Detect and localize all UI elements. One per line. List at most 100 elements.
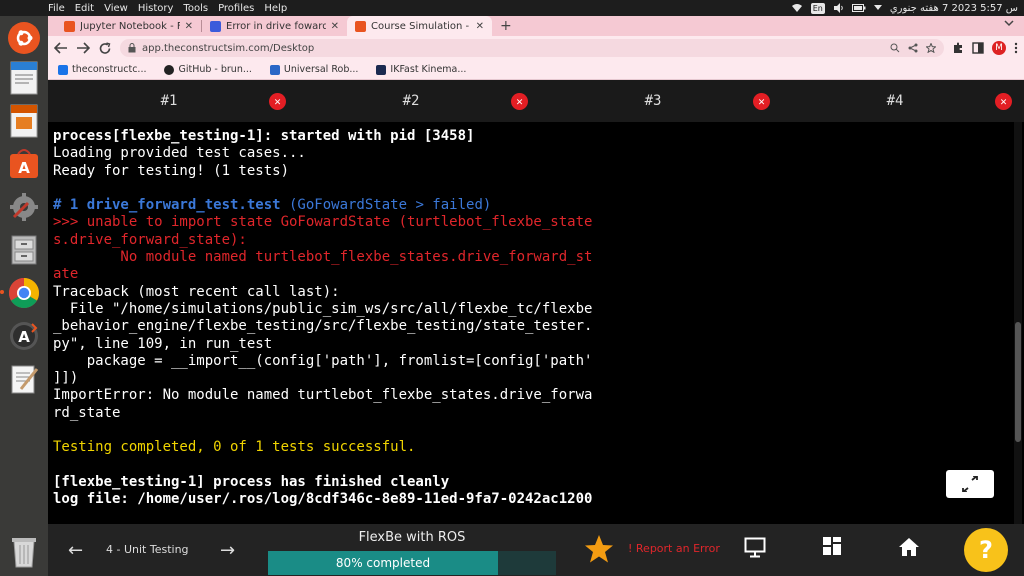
file-cabinet-icon[interactable] [5, 231, 43, 269]
terminal-tab-2[interactable]: #2 ✕ [290, 80, 532, 122]
new-tab-button[interactable]: + [500, 18, 512, 34]
chrome-icon[interactable] [0, 274, 43, 312]
browser-tab-jupyter[interactable]: Jupyter Notebook - FlexB ✕ [56, 16, 201, 36]
share-icon[interactable] [908, 43, 918, 53]
home-icon[interactable] [898, 536, 920, 558]
bookmark-ikfast[interactable]: IKFast Kinema... [376, 64, 466, 75]
active-app-indicator [0, 290, 4, 294]
volume-icon[interactable] [833, 3, 844, 13]
keyboard-layout-indicator[interactable]: En [810, 2, 825, 14]
next-unit-arrow-icon[interactable]: → [220, 540, 235, 561]
side-panel-icon[interactable] [972, 42, 984, 54]
writer-icon[interactable] [5, 59, 43, 97]
terminal-line: _behavior_engine/flexbe_testing/src/flex… [53, 318, 593, 335]
terminal-line: [flexbe_testing-1] process has finished … [53, 473, 450, 490]
close-terminal-icon[interactable]: ✕ [753, 93, 770, 110]
terminal-tab-3[interactable]: #3 ✕ [532, 80, 774, 122]
forward-arrow-icon[interactable] [76, 42, 90, 54]
menu-view[interactable]: View [104, 3, 128, 14]
ubuntu-logo-icon[interactable] [8, 22, 40, 54]
desktop: File Edit View History Tools Profiles He… [0, 0, 1024, 576]
terminal-line: log file: /home/user/.ros/log/8cdf346c-8… [53, 491, 593, 508]
bookmark-theconstruct[interactable]: theconstructc... [58, 64, 146, 75]
tab-title: Course Simulation - FlexB [371, 20, 471, 32]
toolbar-extensions: M [952, 41, 1018, 55]
terminal-line: File "/home/simulations/public_sim_ws/sr… [53, 300, 593, 317]
bookmarks-bar: theconstructc... GitHub - brun... Univer… [48, 60, 1024, 80]
back-arrow-icon[interactable] [54, 42, 68, 54]
scrollbar-thumb[interactable] [1015, 322, 1021, 442]
terminal-scrollbar[interactable] [1014, 122, 1022, 524]
tab-close-icon[interactable]: ✕ [331, 21, 339, 32]
test-status: (GoFowardState > failed) [280, 197, 492, 214]
terminal-error-line: ate [53, 266, 79, 283]
terminal-tab-4[interactable]: #4 ✕ [774, 80, 1016, 122]
browser-tab-course-simulation[interactable]: Course Simulation - FlexB ✕ [347, 16, 492, 36]
menu-tools[interactable]: Tools [183, 3, 208, 14]
bookmark-label: Universal Rob... [283, 64, 359, 75]
github-icon [164, 64, 175, 75]
launcher-dock: A A [0, 16, 48, 576]
wifi-icon[interactable] [791, 3, 803, 13]
text-editor-icon[interactable] [5, 360, 43, 398]
trash-icon[interactable] [5, 532, 43, 570]
menu-edit[interactable]: Edit [75, 3, 94, 14]
terminal-line: ]]) [53, 370, 79, 387]
impress-icon[interactable] [5, 102, 43, 140]
bookmark-universal-robots[interactable]: Universal Rob... [269, 64, 359, 75]
current-unit-label[interactable]: 4 - Unit Testing [106, 543, 189, 556]
url-text[interactable]: app.theconstructsim.com/Desktop [142, 43, 884, 54]
terminal-line: rd_state [53, 404, 121, 421]
lock-icon[interactable] [128, 43, 136, 53]
url-omnibox[interactable]: app.theconstructsim.com/Desktop [120, 39, 944, 57]
terminal-output[interactable]: process[flexbe_testing-1]: started with … [48, 122, 1024, 524]
svg-text:A: A [18, 328, 30, 346]
power-menu-icon[interactable] [873, 5, 882, 11]
terminal-tab-label: #1 [160, 93, 178, 109]
bookmark-star-icon[interactable] [926, 43, 936, 53]
extensions-puzzle-icon[interactable] [952, 42, 964, 54]
reload-icon[interactable] [98, 41, 112, 55]
browser-menu-icon[interactable] [1014, 42, 1018, 54]
menu-history[interactable]: History [138, 3, 174, 14]
terminal-line: Loading provided test cases... [53, 145, 306, 162]
clock[interactable]: س 5:57 2023 7 هفته جنوري [890, 3, 1018, 14]
menu-profiles[interactable]: Profiles [218, 3, 254, 14]
bookmark-favicon-icon [58, 64, 68, 75]
report-error-button[interactable]: ! Report an Error [628, 542, 720, 555]
rate-star-icon[interactable] [584, 534, 614, 564]
monitor-icon[interactable] [744, 536, 766, 558]
settings-icon[interactable] [5, 188, 43, 226]
close-terminal-icon[interactable]: ✕ [511, 93, 528, 110]
close-terminal-icon[interactable]: ✕ [269, 93, 286, 110]
course-page: #1 ✕ #2 ✕ #3 ✕ #4 ✕ process[flexbe_testi… [48, 80, 1024, 576]
software-center-icon[interactable]: A [5, 145, 43, 183]
close-terminal-icon[interactable]: ✕ [995, 93, 1012, 110]
tab-close-icon[interactable]: ✕ [185, 21, 193, 32]
profile-avatar[interactable]: M [992, 41, 1006, 55]
menu-help[interactable]: Help [264, 3, 287, 14]
construct-favicon-icon [355, 20, 366, 32]
bookmark-label: theconstructc... [72, 64, 147, 75]
layout-grid-icon[interactable] [822, 536, 842, 556]
previous-unit-arrow-icon[interactable]: ← [68, 540, 83, 561]
browser-tab-error-post[interactable]: Error in drive foward uni ✕ [202, 16, 347, 36]
help-button[interactable]: ? [964, 528, 1008, 572]
forum-favicon-icon [210, 20, 221, 32]
zoom-icon[interactable] [890, 43, 900, 53]
menu-file[interactable]: File [48, 3, 65, 14]
fullscreen-button[interactable] [946, 470, 994, 498]
bookmark-github[interactable]: GitHub - brun... [164, 64, 252, 75]
browser-window: Jupyter Notebook - FlexB ✕ Error in driv… [48, 16, 1024, 576]
progress-text: 80% completed [335, 556, 431, 570]
terminal-line: ImportError: No module named turtlebot_f… [53, 387, 593, 404]
battery-icon[interactable] [851, 4, 866, 12]
software-updater-icon[interactable]: A [5, 317, 43, 355]
terminal-error-line: >>> unable to import state GoFowardState… [53, 214, 593, 231]
tab-close-icon[interactable]: ✕ [476, 21, 484, 32]
terminal-tab-1[interactable]: #1 ✕ [48, 80, 290, 122]
tab-search-chevron-icon[interactable] [1004, 19, 1014, 27]
